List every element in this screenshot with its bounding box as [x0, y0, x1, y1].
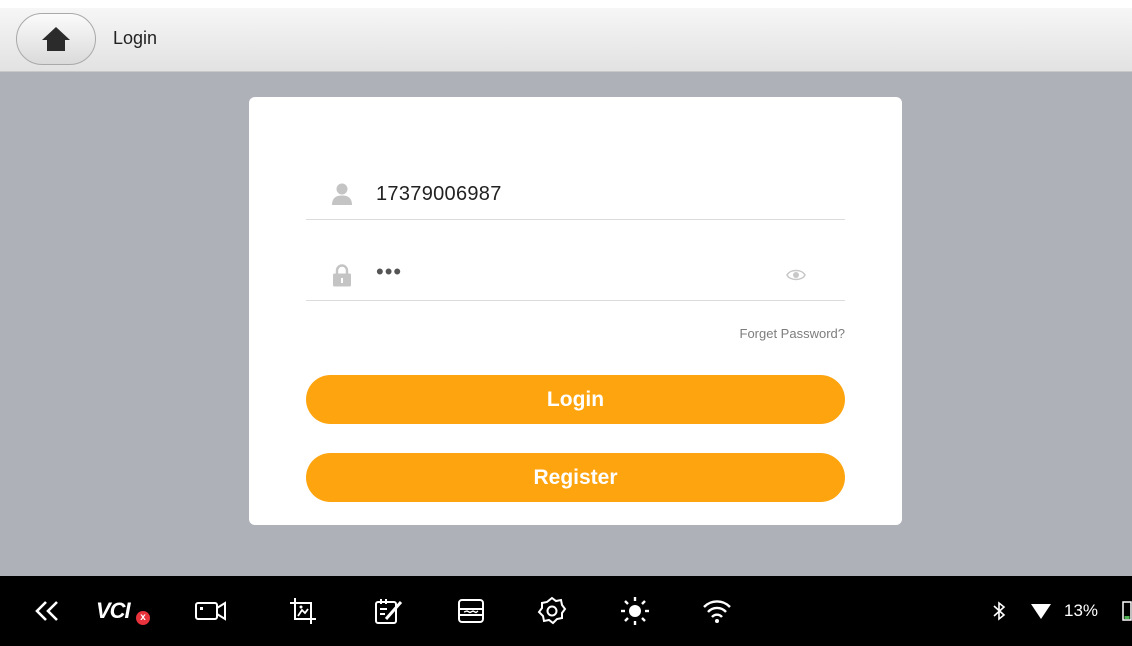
username-value[interactable]: 17379006987	[376, 183, 502, 206]
vci-disconnected-badge: x	[136, 611, 150, 625]
login-card: 17379006987 ••• Forget Password? Login R…	[249, 97, 902, 525]
battery-icon	[1122, 601, 1132, 621]
brightness-icon	[621, 597, 649, 625]
user-icon	[332, 183, 352, 205]
back-button[interactable]	[34, 597, 60, 625]
login-button[interactable]: Login	[306, 375, 845, 424]
bluetooth-status	[992, 597, 1006, 625]
camera-icon	[195, 601, 226, 621]
vci-label: VCI	[96, 598, 131, 623]
home-icon	[42, 27, 70, 51]
camera-button[interactable]	[194, 597, 228, 625]
notes-button[interactable]	[374, 597, 404, 625]
password-field[interactable]: •••	[306, 251, 845, 301]
battery-indicator	[1122, 597, 1132, 625]
wifi-signal-icon	[1031, 604, 1051, 619]
register-button[interactable]: Register	[306, 453, 845, 502]
settings-button[interactable]	[537, 596, 567, 625]
screen: Login 17379006987 ••• Forget Password? L…	[0, 0, 1132, 646]
settings-icon	[537, 596, 567, 625]
show-password-icon[interactable]	[786, 266, 806, 284]
screenshot-icon	[290, 598, 316, 624]
password-value[interactable]: •••	[376, 259, 402, 285]
forget-password-link[interactable]: Forget Password?	[689, 326, 846, 341]
battery-status: 13%	[1064, 597, 1098, 625]
home-button[interactable]	[16, 13, 96, 65]
brightness-button[interactable]	[620, 597, 650, 625]
username-field[interactable]: 17379006987	[306, 170, 845, 220]
taskbar: VCI x 13%	[0, 576, 1132, 646]
title-bar: Login	[0, 8, 1132, 72]
battery-percent: 13%	[1064, 601, 1099, 620]
archive-icon	[458, 599, 484, 623]
wifi-button[interactable]	[702, 597, 732, 625]
lock-icon	[333, 264, 351, 287]
archive-button[interactable]	[457, 597, 485, 625]
bluetooth-icon	[993, 601, 1006, 621]
wifi-icon	[703, 600, 731, 623]
signal-status	[1030, 597, 1052, 625]
vci-status[interactable]: VCI x	[96, 597, 156, 625]
main-area: 17379006987 ••• Forget Password? Login R…	[0, 72, 1132, 576]
notes-icon	[375, 599, 403, 624]
back-icon	[35, 601, 58, 621]
page-title: Login	[113, 28, 158, 48]
screenshot-button[interactable]	[289, 597, 317, 625]
